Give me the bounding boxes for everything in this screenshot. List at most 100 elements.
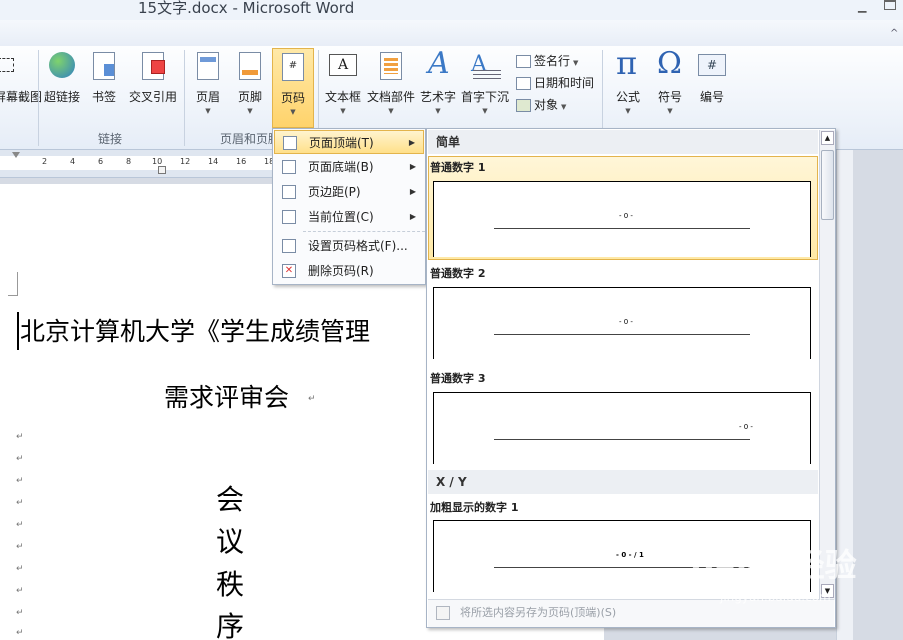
menu-item-label: 当前位置(C) bbox=[308, 210, 374, 224]
doc-vertical-char[interactable]: 会 bbox=[216, 478, 244, 518]
ruler-tick: 2 bbox=[42, 157, 48, 166]
header-button[interactable]: 页眉 ▼ bbox=[190, 50, 226, 115]
gallery-section-header: 简单 bbox=[428, 130, 818, 154]
signature-line-button[interactable]: 签名行 ▼ bbox=[516, 52, 578, 69]
submenu-arrow-icon: ▶ bbox=[409, 212, 416, 221]
ruler-tick: 14 bbox=[208, 157, 219, 166]
window-title: 15文字.docx - Microsoft Word bbox=[138, 0, 355, 17]
crossref-label: 交叉引用 bbox=[128, 90, 177, 104]
quickparts-label: 文档部件 bbox=[366, 90, 415, 104]
hyperlink-button[interactable]: 超链接 bbox=[42, 50, 82, 105]
submenu-arrow-icon: ▶ bbox=[408, 138, 415, 147]
symbol-label: 符号 bbox=[657, 90, 682, 104]
textbox-label: 文本框 bbox=[324, 90, 361, 104]
equation-label: 公式 bbox=[615, 90, 640, 104]
doc-vertical-char[interactable]: 议 bbox=[216, 520, 244, 560]
gallery-item-plain-number-1[interactable]: - 0 - bbox=[433, 181, 811, 257]
chevron-down-icon: ▼ bbox=[573, 59, 579, 67]
page-number-menu: 页面顶端(T) ▶ 页面底端(B) ▶ 页边距(P) ▶ 当前位置(C) ▶ 设… bbox=[272, 128, 426, 285]
menu-item-label: 设置页码格式(F)... bbox=[308, 239, 408, 253]
bookmark-label: 书签 bbox=[91, 90, 116, 104]
paragraph-mark: ↵ bbox=[16, 498, 24, 508]
menu-item-remove-page-numbers[interactable]: ✕ 删除页码(R) bbox=[274, 259, 424, 283]
save-selection-label: 将所选内容另存为页码(顶端)(S) bbox=[460, 606, 617, 619]
doc-subtitle-line[interactable]: 需求评审会 bbox=[164, 378, 289, 414]
pi-icon: π bbox=[616, 44, 638, 82]
preview-page-number: - 0 - bbox=[619, 212, 633, 220]
ruler-tick: 8 bbox=[126, 157, 132, 166]
format-page-number-icon bbox=[282, 239, 296, 253]
menu-item-page-margins[interactable]: 页边距(P) ▶ bbox=[274, 180, 424, 204]
gallery-section-header: X / Y bbox=[428, 470, 818, 494]
preview-page-number: - 0 - / 1 bbox=[616, 551, 644, 559]
doc-vertical-char[interactable]: 秩 bbox=[216, 563, 244, 603]
datetime-button[interactable]: 日期和时间 bbox=[516, 74, 594, 91]
page-number-label: 页码 bbox=[280, 91, 305, 105]
wordart-icon: A bbox=[428, 46, 450, 81]
ribbon-separator bbox=[184, 50, 185, 146]
group-header-footer-label: 页眉和页脚 bbox=[220, 132, 281, 146]
screenshot-label: 屏幕截图 bbox=[0, 90, 43, 104]
footer-button[interactable]: 页脚 ▼ bbox=[232, 50, 268, 115]
bookmark-icon bbox=[88, 50, 120, 82]
paragraph-mark: ↵ bbox=[16, 628, 24, 638]
chevron-down-icon: ▼ bbox=[625, 107, 631, 115]
menu-item-top-of-page[interactable]: 页面顶端(T) ▶ bbox=[274, 130, 424, 154]
paragraph-mark: ↵ bbox=[16, 476, 24, 486]
doc-title-line[interactable]: 北京计算机大学《学生成绩管理 bbox=[20, 312, 370, 348]
ruler-tick: 10 bbox=[152, 157, 163, 166]
wordart-button[interactable]: A 艺术字 ▼ bbox=[418, 46, 458, 115]
gallery-item-plain-number-2[interactable]: - 0 - bbox=[433, 287, 811, 359]
textbox-icon: A bbox=[327, 50, 359, 82]
minimize-button[interactable]: ▁ bbox=[858, 0, 866, 13]
chevron-down-icon: ▼ bbox=[290, 108, 296, 116]
tab-stop-marker[interactable] bbox=[158, 166, 166, 174]
chevron-down-icon: ▼ bbox=[205, 107, 211, 115]
gallery-scrollbar[interactable]: ▲ ▼ bbox=[819, 130, 835, 600]
scroll-thumb[interactable] bbox=[821, 150, 834, 220]
maximize-button[interactable] bbox=[884, 0, 896, 10]
menu-item-format-page-numbers[interactable]: 设置页码格式(F)... bbox=[274, 234, 424, 258]
remove-page-number-icon: ✕ bbox=[282, 264, 296, 278]
menu-item-label: 删除页码(R) bbox=[308, 264, 374, 278]
crossref-icon bbox=[137, 50, 169, 82]
menu-item-bottom-of-page[interactable]: 页面底端(B) ▶ bbox=[274, 155, 424, 179]
ribbon-collapse-icon[interactable]: ^ bbox=[890, 28, 898, 39]
preview-header-line bbox=[494, 228, 750, 229]
screenshot-button[interactable]: 屏幕截图 bbox=[0, 50, 43, 105]
page-number-icon: # bbox=[277, 51, 309, 83]
doc-vertical-char[interactable]: 序 bbox=[216, 605, 244, 640]
group-links-label: 链接 bbox=[98, 132, 123, 146]
preview-header-line bbox=[494, 334, 750, 335]
dropcap-button[interactable]: A 首字下沉 ▼ bbox=[460, 50, 510, 115]
gallery-item-plain-number-3[interactable]: - 0 - bbox=[433, 392, 811, 464]
signature-label: 签名行 bbox=[534, 54, 571, 68]
symbol-button[interactable]: Ω 符号 ▼ bbox=[652, 46, 688, 115]
numbering-button[interactable]: # 编号 bbox=[694, 50, 730, 105]
globe-link-icon bbox=[46, 50, 78, 82]
page-number-button[interactable]: # 页码 ▼ bbox=[272, 48, 314, 128]
paragraph-mark: ↵ bbox=[308, 394, 316, 404]
first-line-indent-marker[interactable] bbox=[12, 152, 20, 158]
hyperlink-label: 超链接 bbox=[43, 90, 80, 104]
crossref-button[interactable]: 交叉引用 bbox=[126, 50, 180, 105]
object-button[interactable]: 对象 ▼ bbox=[516, 96, 566, 113]
paragraph-mark: ↵ bbox=[16, 608, 24, 618]
textbox-button[interactable]: A 文本框 ▼ bbox=[322, 50, 364, 115]
ruler-tick: 12 bbox=[180, 157, 191, 166]
chevron-down-icon: ▼ bbox=[435, 107, 441, 115]
numbering-label: 编号 bbox=[699, 90, 724, 104]
dropcap-icon: A bbox=[469, 50, 501, 82]
gallery-item-title: 普通数字 3 bbox=[430, 372, 486, 385]
bookmark-button[interactable]: 书签 bbox=[88, 50, 120, 105]
datetime-label: 日期和时间 bbox=[534, 76, 595, 90]
paragraph-mark: ↵ bbox=[16, 564, 24, 574]
number-icon: # bbox=[696, 50, 728, 82]
gallery-item-title: 普通数字 2 bbox=[430, 267, 486, 280]
scroll-up-button[interactable]: ▲ bbox=[821, 131, 834, 145]
page-corner-mark bbox=[8, 272, 18, 296]
menu-item-current-position[interactable]: 当前位置(C) ▶ bbox=[274, 205, 424, 229]
equation-button[interactable]: π 公式 ▼ bbox=[610, 44, 646, 115]
quickparts-button[interactable]: 文档部件 ▼ bbox=[366, 50, 416, 115]
preview-page-number: - 0 - bbox=[739, 423, 753, 431]
